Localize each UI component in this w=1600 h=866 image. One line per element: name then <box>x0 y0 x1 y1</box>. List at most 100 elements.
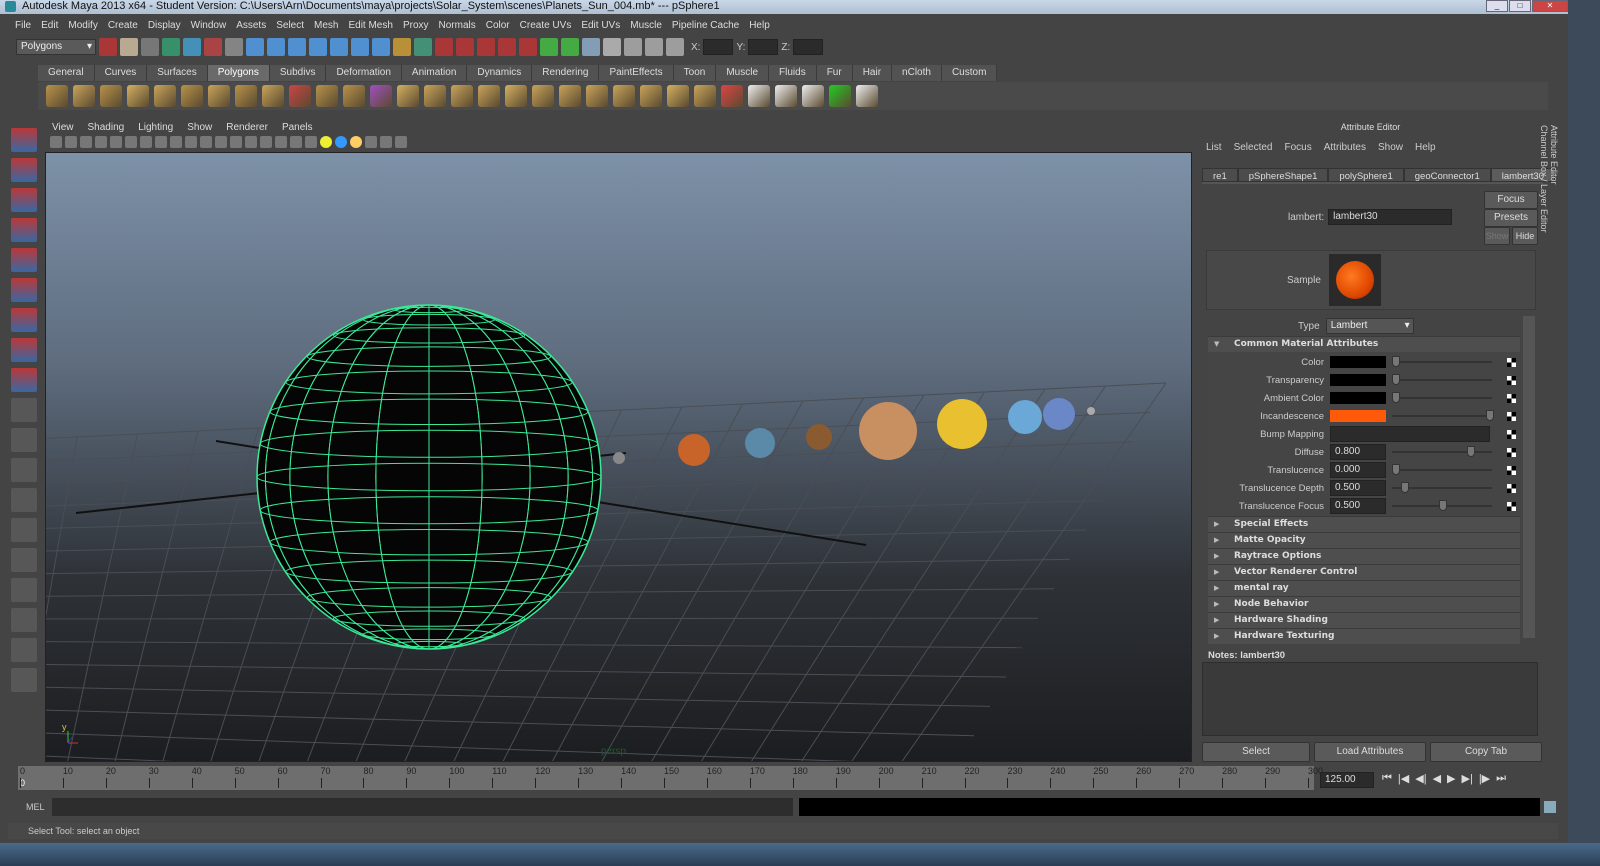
ae-menu-selected[interactable]: Selected <box>1234 138 1273 158</box>
time-slider[interactable]: 0 0 10 20 30 40 50 60 70 80 90 100 110 120 130 140 150 1… <box>18 766 1323 790</box>
menu-create-uvs[interactable]: Create UVs <box>515 18 577 34</box>
shelf-tool-icon[interactable] <box>181 85 203 107</box>
viewport-tool-icon[interactable] <box>320 136 332 148</box>
map-texture-icon[interactable] <box>1507 483 1516 493</box>
slider-handle[interactable] <box>1401 482 1410 493</box>
shelf-tool-icon[interactable] <box>46 85 68 107</box>
tab-channel-box[interactable]: Channel Box / Layer Editor <box>1539 125 1549 233</box>
lasso-icon[interactable] <box>11 158 37 182</box>
perspective-viewport[interactable]: y persp <box>45 152 1192 762</box>
shelf-tool-icon[interactable] <box>586 85 608 107</box>
attribute-slider[interactable] <box>1392 446 1492 457</box>
toolbar-tool-icon[interactable] <box>246 38 264 56</box>
menu-file[interactable]: File <box>10 18 36 34</box>
shelf-tab-fluids[interactable]: Fluids <box>769 65 817 81</box>
play-forwards-icon[interactable]: ▶ <box>1447 772 1455 785</box>
toolbar-tool-icon[interactable] <box>288 38 306 56</box>
layout-two-icon[interactable] <box>11 488 37 512</box>
toolbar-tool-icon[interactable] <box>477 38 495 56</box>
viewport-tool-icon[interactable] <box>155 136 167 148</box>
menu-pipeline-cache[interactable]: Pipeline Cache <box>667 18 744 34</box>
shelf-tab-polygons[interactable]: Polygons <box>207 65 270 81</box>
toolbar-tool-icon[interactable] <box>183 38 201 56</box>
shelf-tool-icon[interactable] <box>100 85 122 107</box>
shelf-tab-curves[interactable]: Curves <box>94 65 148 81</box>
toolbar-tool-icon[interactable] <box>393 38 411 56</box>
menu-edit[interactable]: Edit <box>36 18 63 34</box>
shelf-tool-icon[interactable] <box>775 85 797 107</box>
menu-assets[interactable]: Assets <box>231 18 271 34</box>
attribute-slider[interactable] <box>1392 356 1492 367</box>
shelf-tool-icon[interactable] <box>262 85 284 107</box>
hide-button[interactable]: Hide <box>1512 227 1538 245</box>
show-manipulator-icon[interactable] <box>11 368 37 392</box>
color-swatch[interactable] <box>1330 356 1386 368</box>
color-swatch[interactable] <box>1330 392 1386 404</box>
toolbar-tool-icon[interactable] <box>645 38 663 56</box>
shelf-tool-icon[interactable] <box>451 85 473 107</box>
section-vector-renderer-control[interactable]: Vector Renderer Control <box>1208 564 1520 580</box>
viewport-tool-icon[interactable] <box>170 136 182 148</box>
toolbar-tool-icon[interactable] <box>162 38 180 56</box>
toolbar-tool-icon[interactable] <box>624 38 642 56</box>
attribute-slider[interactable] <box>1392 410 1494 421</box>
shelf-tool-icon[interactable] <box>154 85 176 107</box>
paint-select-icon[interactable] <box>11 188 37 212</box>
ae-menu-focus[interactable]: Focus <box>1284 138 1311 158</box>
shelf-tab-custom[interactable]: Custom <box>941 65 998 81</box>
viewport-tool-icon[interactable] <box>110 136 122 148</box>
section-node-behavior[interactable]: Node Behavior <box>1208 596 1520 612</box>
shelf-tab-subdivs[interactable]: Subdivs <box>269 65 327 81</box>
toolbar-tool-icon[interactable] <box>120 38 138 56</box>
attribute-value-field[interactable]: 0.000 <box>1330 462 1386 478</box>
color-swatch[interactable] <box>1330 410 1386 422</box>
toolbar-tool-icon[interactable] <box>351 38 369 56</box>
shelf-tab-muscle[interactable]: Muscle <box>716 65 770 81</box>
shelf-tool-icon[interactable] <box>748 85 770 107</box>
toolbar-tool-icon[interactable] <box>267 38 285 56</box>
shelf-tab-general[interactable]: General <box>38 65 95 81</box>
layout-persp-outliner-icon[interactable] <box>11 518 37 542</box>
tab-attribute-editor[interactable]: Attribute Editor <box>1549 125 1559 219</box>
rotate-icon[interactable] <box>11 248 37 272</box>
shelf-tool-icon[interactable] <box>424 85 446 107</box>
attribute-value-field[interactable]: 0.500 <box>1330 498 1386 514</box>
options-icon[interactable] <box>11 638 37 662</box>
layout-uv-icon[interactable] <box>11 608 37 632</box>
attribute-value-field[interactable]: 0.500 <box>1330 480 1386 496</box>
section-common-material-attributes[interactable]: Common Material Attributes <box>1208 336 1520 352</box>
toolbar-tool-icon[interactable] <box>435 38 453 56</box>
menu-color[interactable]: Color <box>481 18 515 34</box>
step-forward-key-icon[interactable]: |▶ <box>1479 772 1490 785</box>
attribute-slider[interactable] <box>1392 482 1492 493</box>
section-matte-opacity[interactable]: Matte Opacity <box>1208 532 1520 548</box>
viewport-menu-view[interactable]: View <box>45 121 81 135</box>
viewport-tool-icon[interactable] <box>95 136 107 148</box>
map-texture-icon[interactable] <box>1507 375 1516 385</box>
show-button[interactable]: Show <box>1484 227 1510 245</box>
shelf-tab-deformation[interactable]: Deformation <box>326 65 402 81</box>
attribute-scrollbar[interactable] <box>1523 316 1535 638</box>
menu-help[interactable]: Help <box>744 18 775 34</box>
viewport-tool-icon[interactable] <box>200 136 212 148</box>
slider-handle[interactable] <box>1392 392 1400 403</box>
menu-select[interactable]: Select <box>271 18 309 34</box>
shelf-tab-toon[interactable]: Toon <box>673 65 717 81</box>
shelf-tool-icon[interactable] <box>856 85 878 107</box>
menu-window[interactable]: Window <box>186 18 232 34</box>
toolbar-tool-icon[interactable] <box>330 38 348 56</box>
map-texture-icon[interactable] <box>1507 411 1516 421</box>
section-special-effects[interactable]: Special Effects <box>1208 516 1520 532</box>
shelf-tool-icon[interactable] <box>559 85 581 107</box>
viewport-tool-icon[interactable] <box>290 136 302 148</box>
shelf-tool-icon[interactable] <box>208 85 230 107</box>
shelf-tool-icon[interactable] <box>532 85 554 107</box>
toolbar-tool-icon[interactable] <box>540 38 558 56</box>
script-editor-icon[interactable] <box>1544 801 1557 813</box>
maya-logo-icon[interactable] <box>11 668 37 692</box>
viewport-tool-icon[interactable] <box>140 136 152 148</box>
step-forward-frame-icon[interactable]: ▶| <box>1462 772 1473 785</box>
shelf-tab-ncloth[interactable]: nCloth <box>892 65 942 81</box>
toolbar-tool-icon[interactable] <box>456 38 474 56</box>
menu-edit-mesh[interactable]: Edit Mesh <box>343 18 397 34</box>
